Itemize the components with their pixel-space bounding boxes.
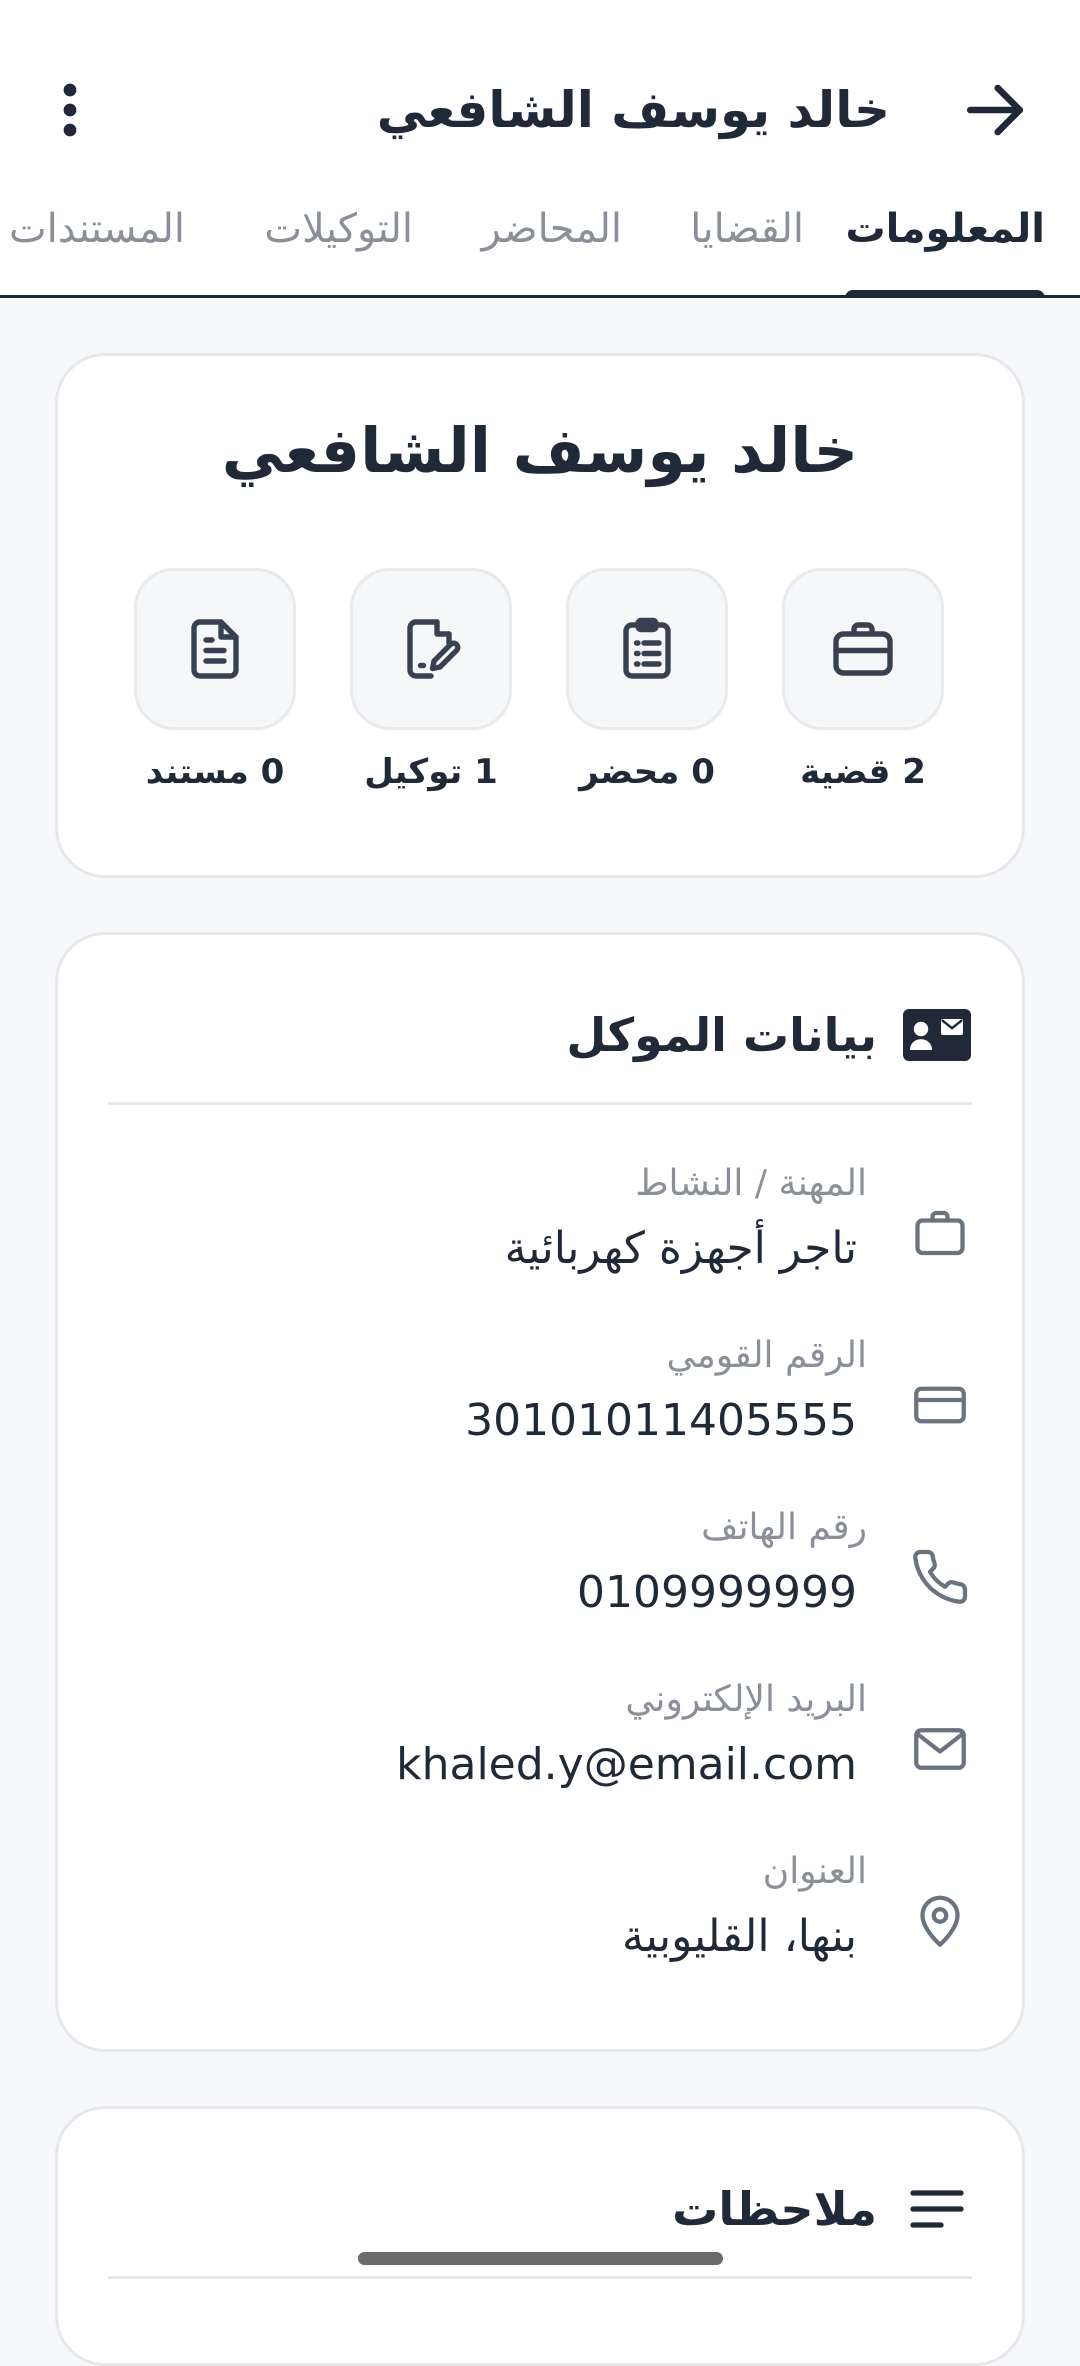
info-row-email: البريد الإلكتروني khaled.y@email.com [102, 1679, 972, 1829]
stat-tile [134, 568, 296, 730]
more-options-button[interactable] [30, 65, 110, 155]
section-title: بيانات الموكل [566, 1008, 877, 1062]
info-value: khaled.y@email.com [396, 1739, 857, 1790]
home-indicator[interactable] [358, 2252, 723, 2265]
notes-card: ملاحظات [55, 2106, 1025, 2366]
document-icon [191, 619, 239, 679]
info-value: تاجر أجهزة كهربائية [504, 1223, 857, 1274]
top-bar: خالد يوسف الشافعي [0, 45, 1080, 165]
profile-card: خالد يوسف الشافعي 2 قضية 0 محضر 1 توكيل … [55, 353, 1025, 878]
mail-icon [914, 1728, 966, 1770]
tab-documents[interactable]: المستندات [9, 190, 185, 298]
info-row-national-id: الرقم القومي 30101011405555 [102, 1335, 972, 1485]
tab-info[interactable]: المعلومات [845, 190, 1045, 298]
section-icon-wrap [902, 1005, 972, 1065]
stat-tile [782, 568, 944, 730]
page-title: خالد يوسف الشافعي [376, 81, 890, 139]
more-vertical-icon [63, 83, 77, 137]
id-card-icon [903, 1009, 971, 1061]
stat-label: 1 توكيل [364, 752, 498, 792]
info-row-address: العنوان بنها، القليوبية [102, 1851, 972, 2001]
info-value: 0109999999 [577, 1567, 857, 1618]
stat-tile [350, 568, 512, 730]
section-icon-wrap [902, 2179, 972, 2239]
info-icon-wrap[interactable] [908, 1545, 972, 1609]
stat-powers-of-attorney[interactable]: 1 توكيل [350, 568, 512, 792]
stat-documents[interactable]: 0 مستند [134, 568, 296, 792]
stat-label: 0 محضر [579, 752, 715, 792]
tab-reports[interactable]: المحاضر [482, 190, 622, 298]
info-label: الرقم القومي [666, 1335, 867, 1376]
info-label: رقم الهاتف [701, 1507, 867, 1548]
clipboard-list-icon [623, 617, 671, 679]
section-title: ملاحظات [672, 2182, 877, 2236]
info-icon-wrap [908, 1889, 972, 1953]
lines-icon [910, 2190, 964, 2228]
briefcase-icon [915, 1210, 965, 1256]
section-header: بيانات الموكل [108, 990, 972, 1105]
stat-reports[interactable]: 0 محضر [566, 568, 728, 792]
arrow-right-icon [966, 84, 1024, 136]
tab-cases[interactable]: القضايا [690, 190, 804, 298]
file-signature-icon [407, 619, 461, 679]
stat-tile [566, 568, 728, 730]
stat-label: 0 مستند [145, 752, 285, 792]
info-icon-wrap [908, 1201, 972, 1265]
credit-card-icon [914, 1386, 966, 1424]
back-button[interactable] [950, 65, 1040, 155]
info-icon-wrap[interactable] [908, 1717, 972, 1781]
info-value: 30101011405555 [465, 1395, 857, 1446]
stat-label: 2 قضية [800, 752, 926, 792]
client-name: خالد يوسف الشافعي [221, 414, 859, 487]
info-row-phone: رقم الهاتف 0109999999 [102, 1507, 972, 1657]
info-value: بنها، القليوبية [622, 1911, 857, 1962]
info-label: المهنة / النشاط [635, 1163, 867, 1204]
phone-icon [913, 1549, 968, 1604]
briefcase-icon [833, 622, 893, 676]
info-icon-wrap [908, 1373, 972, 1437]
location-pin-icon [920, 1895, 960, 1947]
tab-powers-of-attorney[interactable]: التوكيلات [264, 190, 413, 298]
info-label: البريد الإلكتروني [625, 1679, 867, 1720]
client-info-card: بيانات الموكل المهنة / النشاط تاجر أجهزة… [55, 932, 1025, 2052]
tab-bar: المعلومات القضايا المحاضر التوكيلات المس… [0, 190, 1080, 298]
stat-cases[interactable]: 2 قضية [782, 568, 944, 792]
info-row-occupation: المهنة / النشاط تاجر أجهزة كهربائية [102, 1163, 972, 1313]
info-label: العنوان [762, 1851, 867, 1892]
app-header: خالد يوسف الشافعي المعلومات القضايا المح… [0, 0, 1080, 298]
